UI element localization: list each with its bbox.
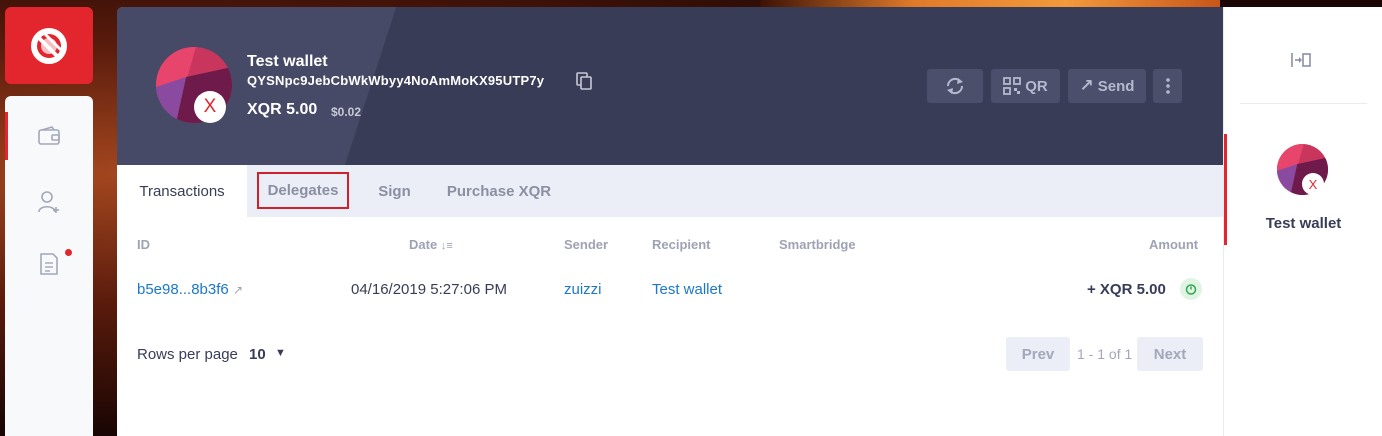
qr-code-icon	[1003, 77, 1022, 95]
notification-dot	[65, 249, 72, 256]
transaction-date: 04/16/2019 5:27:06 PM	[351, 281, 507, 298]
nav-contacts[interactable]	[5, 168, 93, 236]
prev-page-button[interactable]: Prev	[1006, 337, 1070, 371]
sidebar-avatar-badge: X	[1302, 173, 1324, 195]
send-button-label: Send	[1097, 77, 1135, 95]
transaction-id: b5e98...8b3f6	[137, 281, 229, 298]
collapse-sidebar-icon[interactable]	[1290, 51, 1312, 69]
more-vertical-icon	[1165, 78, 1170, 94]
more-options-button[interactable]	[1153, 69, 1182, 103]
column-header-date-label: Date	[409, 237, 438, 252]
chevron-down-icon[interactable]: ▼	[275, 347, 286, 359]
copy-icon[interactable]	[576, 72, 592, 90]
wallet-main-panel: X Test wallet QYSNpc9JebCbWkWbyy4NoAmMoK…	[117, 7, 1223, 436]
logo-icon	[31, 27, 67, 64]
add-contact-icon	[38, 191, 59, 213]
app-logo[interactable]	[5, 7, 93, 84]
column-header-sender[interactable]: Sender	[564, 237, 608, 252]
refresh-button[interactable]	[927, 69, 983, 103]
column-header-recipient[interactable]: Recipient	[652, 237, 711, 252]
tab-sign[interactable]: Sign	[367, 165, 422, 217]
qr-button[interactable]: QR	[991, 69, 1060, 103]
document-icon	[40, 253, 58, 275]
column-header-smartbridge[interactable]: Smartbridge	[779, 237, 856, 252]
nav-wallets[interactable]	[5, 102, 93, 170]
external-link-icon: ↗	[232, 283, 243, 297]
send-button[interactable]: ↗ Send	[1068, 69, 1146, 103]
nav-announcements[interactable]	[5, 230, 93, 298]
left-navigation	[5, 96, 93, 436]
wallet-name: Test wallet	[247, 53, 328, 70]
column-header-id[interactable]: ID	[137, 237, 150, 252]
sidebar-wallet-name[interactable]: Test wallet	[1224, 215, 1382, 232]
send-arrow-icon: ↗	[1079, 76, 1094, 95]
transaction-id-link[interactable]: b5e98...8b3f6 ↗	[137, 281, 243, 298]
rows-per-page-label: Rows per page	[137, 346, 238, 363]
column-header-amount[interactable]: Amount	[1149, 237, 1198, 252]
wallet-address: QYSNpc9JebCbWkWbyy4NoAmMoKX95UTP7y	[247, 73, 545, 88]
avatar-badge: X	[194, 91, 226, 123]
confirmed-icon	[1180, 278, 1202, 300]
page-info: 1 - 1 of 1	[1077, 346, 1133, 362]
wallet-tabs: Transactions Delegates Sign Purchase XQR	[117, 165, 1223, 217]
tab-transactions[interactable]: Transactions	[117, 165, 247, 217]
sort-desc-icon: ↓≡	[440, 240, 453, 252]
rows-per-page-select[interactable]: 10	[249, 346, 266, 363]
next-page-button[interactable]: Next	[1137, 337, 1203, 371]
wallet-header: X Test wallet QYSNpc9JebCbWkWbyy4NoAmMoK…	[117, 7, 1223, 165]
tab-delegates[interactable]: Delegates	[257, 172, 349, 209]
transaction-amount: + XQR 5.00	[1087, 281, 1166, 298]
transaction-sender[interactable]: zuizzi	[564, 281, 602, 298]
tab-purchase[interactable]: Purchase XQR	[439, 165, 559, 217]
wallet-sidebar: X Test wallet	[1223, 7, 1382, 436]
qr-button-label: QR	[1025, 77, 1048, 95]
wallet-balance: XQR 5.00	[247, 101, 318, 118]
wallet-icon	[38, 126, 60, 145]
refresh-icon	[946, 77, 964, 95]
sidebar-divider	[1240, 103, 1367, 104]
transaction-recipient[interactable]: Test wallet	[652, 281, 722, 298]
column-header-date[interactable]: Date ↓≡	[409, 237, 453, 252]
wallet-fiat-balance: $0.02	[331, 105, 362, 119]
